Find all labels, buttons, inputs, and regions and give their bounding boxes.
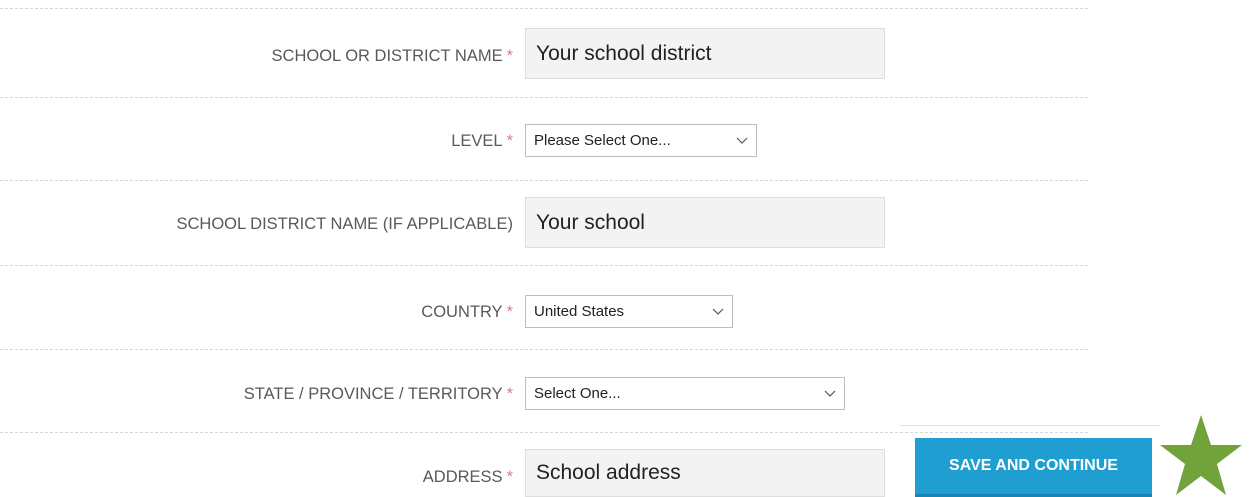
level-select[interactable]: Please Select One...: [525, 124, 757, 157]
state-select-value: Select One...: [534, 385, 621, 402]
state-province-territory-select[interactable]: Select One...: [525, 377, 845, 410]
required-mark: *: [506, 385, 513, 403]
school-district-name-input[interactable]: [525, 197, 885, 248]
level-label: LEVEL *: [451, 132, 513, 150]
required-mark: *: [506, 468, 513, 486]
required-mark: *: [506, 303, 513, 321]
required-mark: *: [506, 47, 513, 65]
country-select-value: United States: [534, 303, 625, 320]
school-district-name-label: SCHOOL DISTRICT NAME (IF APPLICABLE): [176, 215, 514, 233]
state-province-territory-label: STATE / PROVINCE / TERRITORY *: [243, 385, 513, 403]
divider: [0, 8, 1088, 9]
save-and-continue-button[interactable]: SAVE AND CONTINUE: [915, 438, 1152, 497]
button-area-divider: [900, 425, 1160, 426]
school-or-district-name-input[interactable]: [525, 28, 885, 79]
divider: [0, 180, 1088, 181]
level-select-value: Please Select One...: [534, 132, 671, 149]
chevron-down-icon: [824, 390, 836, 397]
country-select[interactable]: United States: [525, 295, 733, 328]
chevron-down-icon: [736, 137, 748, 144]
divider: [0, 432, 1088, 433]
divider: [0, 97, 1088, 98]
divider: [0, 349, 1088, 350]
address-label: ADDRESS *: [422, 468, 513, 486]
address-input[interactable]: [525, 449, 885, 497]
required-mark: *: [506, 132, 513, 150]
divider: [0, 265, 1088, 266]
star-icon: [1160, 415, 1242, 495]
chevron-down-icon: [712, 308, 724, 315]
school-or-district-name-label: SCHOOL OR DISTRICT NAME *: [271, 47, 513, 65]
school-info-form: SCHOOL OR DISTRICT NAME* LEVEL* Please S…: [0, 0, 1255, 497]
country-label: COUNTRY *: [421, 303, 513, 321]
